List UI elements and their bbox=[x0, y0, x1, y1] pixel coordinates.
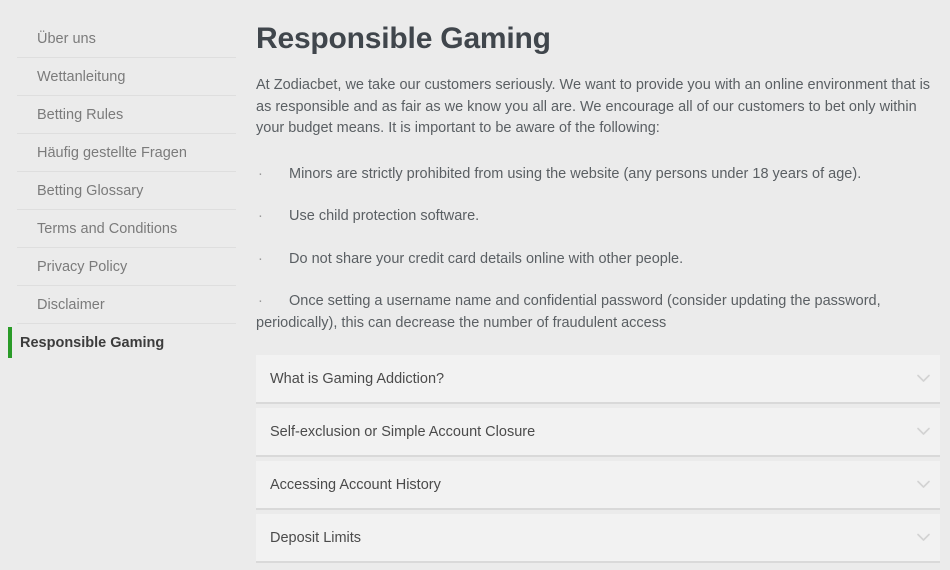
accordion-item-label: Deposit Limits bbox=[270, 529, 362, 546]
bullet-marker-icon: · bbox=[258, 250, 263, 267]
list-item-text: Minors are strictly prohibited from usin… bbox=[289, 165, 862, 182]
sidebar-item-label: Betting Glossary bbox=[37, 183, 144, 199]
accordion-item-label: What is Gaming Addiction? bbox=[270, 370, 445, 387]
sidebar-item-wettanleitung[interactable]: Wettanleitung bbox=[17, 58, 236, 96]
sidebar-item-label: Über uns bbox=[37, 31, 96, 47]
chevron-down-icon[interactable] bbox=[906, 460, 940, 509]
sidebar-item-label: Disclaimer bbox=[37, 297, 105, 313]
chevron-down-icon[interactable] bbox=[906, 354, 940, 403]
chevron-down-icon[interactable] bbox=[906, 407, 940, 456]
faq-accordion: What is Gaming Addiction? Self-exclusion… bbox=[256, 355, 940, 563]
sidebar-item-haeufig-gestellte-fragen[interactable]: Häufig gestellte Fragen bbox=[17, 134, 236, 172]
sidebar-item-disclaimer[interactable]: Disclaimer bbox=[17, 286, 236, 324]
page-title: Responsible Gaming bbox=[256, 22, 551, 55]
guidelines-list: · Minors are strictly prohibited from us… bbox=[256, 164, 940, 335]
sidebar-item-responsible-gaming[interactable]: Responsible Gaming bbox=[0, 324, 236, 362]
sidebar-item-betting-rules[interactable]: Betting Rules bbox=[17, 96, 236, 134]
sidebar-item-label: Privacy Policy bbox=[37, 259, 128, 275]
sidebar-navigation: Über uns Wettanleitung Betting Rules Häu… bbox=[0, 0, 250, 570]
list-item-text: Use child protection software. bbox=[289, 208, 480, 224]
list-item: · Minors are strictly prohibited from us… bbox=[256, 164, 940, 186]
bullet-marker-icon: · bbox=[258, 208, 263, 224]
sidebar-item-label: Betting Rules bbox=[37, 107, 124, 123]
sidebar-item-label: Wettanleitung bbox=[37, 69, 126, 85]
bullet-marker-icon: · bbox=[258, 293, 263, 309]
active-indicator-bar bbox=[8, 327, 12, 358]
sidebar-item-list: Über uns Wettanleitung Betting Rules Häu… bbox=[0, 20, 250, 362]
accordion-item-self-exclusion-or-simple-account-closure[interactable]: Self-exclusion or Simple Account Closure bbox=[256, 408, 940, 457]
list-item: · Once setting a username name and confi… bbox=[256, 291, 940, 334]
list-item: · Do not share your credit card details … bbox=[256, 249, 940, 271]
intro-paragraph: At Zodiacbet, we take our customers seri… bbox=[256, 77, 931, 136]
sidebar-item-privacy-policy[interactable]: Privacy Policy bbox=[17, 248, 236, 286]
accordion-item-what-is-gaming-addiction[interactable]: What is Gaming Addiction? bbox=[256, 355, 940, 404]
sidebar-item-ueber-uns[interactable]: Über uns bbox=[17, 20, 236, 58]
sidebar-item-label: Responsible Gaming bbox=[20, 335, 165, 351]
chevron-down-icon[interactable] bbox=[906, 513, 940, 562]
list-item-text: Once setting a username name and confide… bbox=[256, 293, 881, 331]
accordion-item-accessing-account-history[interactable]: Accessing Account History bbox=[256, 461, 940, 510]
sidebar-item-betting-glossary[interactable]: Betting Glossary bbox=[17, 172, 236, 210]
accordion-item-label: Accessing Account History bbox=[270, 476, 441, 493]
list-item: · Use child protection software. bbox=[256, 206, 940, 228]
bullet-marker-icon: · bbox=[258, 165, 263, 182]
sidebar-item-label: Terms and Conditions bbox=[37, 221, 178, 237]
sidebar-item-label: Häufig gestellte Fragen bbox=[37, 145, 187, 161]
accordion-item-deposit-limits[interactable]: Deposit Limits bbox=[256, 514, 940, 563]
main-content: Responsible Gaming At Zodiacbet, we take… bbox=[250, 0, 950, 570]
page-root: Über uns Wettanleitung Betting Rules Häu… bbox=[0, 0, 950, 570]
list-item-text: Do not share your credit card details on… bbox=[289, 250, 684, 267]
accordion-item-label: Self-exclusion or Simple Account Closure bbox=[270, 423, 536, 440]
sidebar-item-terms-and-conditions[interactable]: Terms and Conditions bbox=[17, 210, 236, 248]
